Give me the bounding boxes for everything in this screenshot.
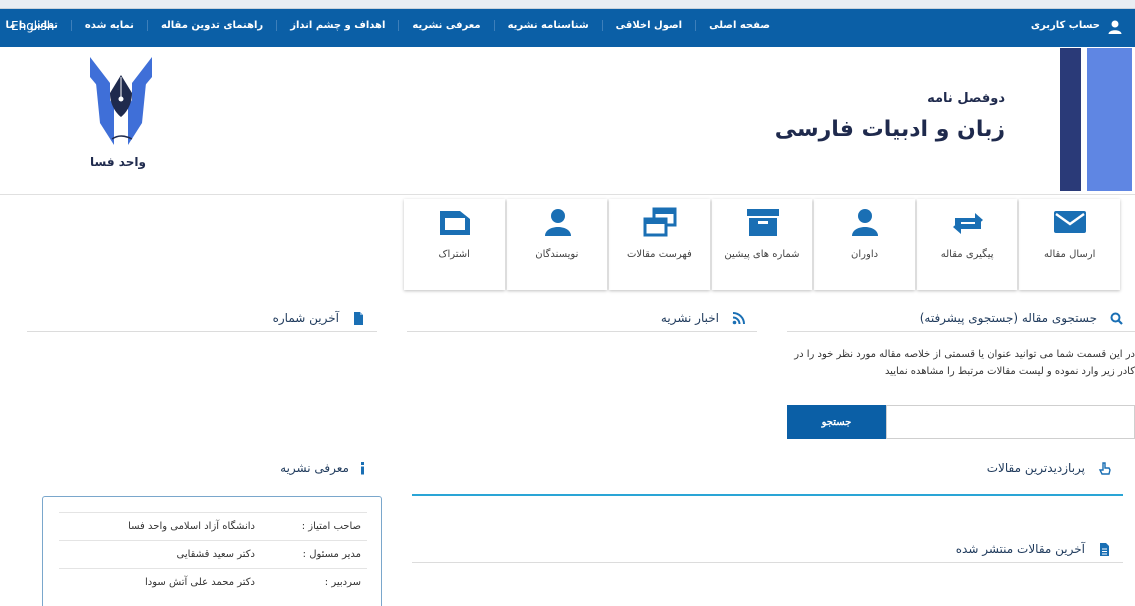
tile-track-article[interactable]: پیگیری مقاله bbox=[916, 199, 1018, 290]
top-navbar: حساب کاربری صفحه اصلی اصول اخلاقی شناسنا… bbox=[0, 9, 1135, 47]
tile-label: ارسال مقاله bbox=[1044, 249, 1096, 260]
tile-label: اشتراک bbox=[438, 249, 470, 260]
search-description-line1: در این قسمت شما می توانید عنوان یا قسمتی… bbox=[794, 349, 1135, 360]
search-section-header: جستجوی مقاله (جستجوی پیشرفته) bbox=[787, 302, 1135, 332]
search-icon bbox=[1110, 312, 1123, 325]
intro-value: دانشگاه آزاد اسلامی واحد فسا bbox=[128, 521, 255, 532]
search-form: جستجو bbox=[787, 405, 1135, 439]
menu-item-ethics[interactable]: اصول اخلاقی bbox=[601, 20, 695, 31]
latest-issue-header: آخرین شماره bbox=[27, 302, 377, 332]
news-section-header: اخبار نشریه bbox=[407, 302, 757, 332]
logo-caption: واحد فسا bbox=[90, 155, 146, 169]
user-icon bbox=[544, 209, 571, 236]
intro-value: دکتر سعید قشقایی bbox=[176, 549, 255, 560]
user-icon bbox=[852, 209, 879, 236]
info-icon bbox=[361, 462, 364, 475]
tile-label: شماره های پیشین bbox=[724, 249, 800, 260]
most-viewed-title[interactable]: پربازدیدترین مقالات bbox=[987, 461, 1085, 475]
search-input[interactable] bbox=[886, 405, 1135, 439]
search-button[interactable]: جستجو bbox=[787, 405, 886, 439]
intro-value: دکتر محمد علی آتش سودا bbox=[144, 577, 255, 588]
tile-subscription[interactable]: اشتراک bbox=[403, 199, 505, 290]
menu-item-home[interactable]: صفحه اصلی bbox=[695, 20, 783, 31]
latest-issue-title: آخرین شماره bbox=[272, 311, 339, 325]
journal-intro-title: معرفی نشریه bbox=[280, 461, 349, 475]
document-icon bbox=[354, 312, 363, 325]
news-title: اخبار نشریه bbox=[660, 311, 719, 325]
windows-icon bbox=[643, 207, 677, 237]
menu-item-journal-info[interactable]: شناسنامه نشریه bbox=[493, 20, 602, 31]
rss-icon bbox=[732, 312, 745, 325]
search-description: در این قسمت شما می توانید عنوان یا قسمتی… bbox=[775, 346, 1135, 380]
latest-articles-title: آخرین مقالات منتشر شده bbox=[955, 542, 1085, 556]
browser-strip bbox=[0, 0, 1135, 9]
envelope-icon bbox=[1054, 211, 1087, 233]
tile-article-list[interactable]: فهرست مقالات bbox=[609, 199, 710, 290]
tile-submit-article[interactable]: ارسال مقاله bbox=[1019, 199, 1120, 290]
most-viewed-header: پربازدیدترین مقالات bbox=[412, 452, 1123, 482]
journal-title: زبان و ادبیات فارسی bbox=[774, 117, 1005, 142]
intro-key: مدیر مسئول : bbox=[302, 549, 361, 560]
archive-icon bbox=[746, 209, 779, 236]
journal-subtitle: دوفصل نامه bbox=[927, 91, 1005, 106]
tile-label: داوران bbox=[851, 249, 879, 260]
advanced-search-link[interactable]: جستجوی مقاله (جستجوی پیشرفته) bbox=[920, 311, 1097, 325]
journal-intro-header: معرفی نشریه bbox=[27, 452, 377, 482]
menu-item-author-guide[interactable]: راهنمای تدوین مقاله bbox=[146, 20, 276, 31]
main-menu: صفحه اصلی اصول اخلاقی شناسنامه نشریه معر… bbox=[0, 20, 783, 31]
tile-label: پیگیری مقاله bbox=[940, 249, 994, 260]
header-stripe-light bbox=[1087, 48, 1132, 191]
header-stripe-dark bbox=[1060, 48, 1081, 191]
folder-icon bbox=[439, 211, 470, 235]
menu-item-indexing[interactable]: نمایه شده bbox=[70, 20, 147, 31]
exchange-icon bbox=[952, 213, 983, 234]
latest-articles-header: آخرین مقالات منتشر شده bbox=[412, 533, 1123, 563]
intro-row-manager: مدیر مسئول : دکتر سعید قشقایی bbox=[59, 540, 367, 568]
journal-header: دوفصل نامه زبان و ادبیات فارسی واحد فسا bbox=[0, 47, 1135, 195]
tile-label: فهرست مقالات bbox=[626, 249, 692, 260]
menu-item-about-journal[interactable]: معرفی نشریه bbox=[398, 20, 493, 31]
intro-row-owner: صاحب امتیاز : دانشگاه آزاد اسلامی واحد ف… bbox=[59, 512, 367, 540]
tile-authors[interactable]: نویسندگان bbox=[506, 199, 608, 290]
university-logo-icon bbox=[90, 57, 152, 145]
intro-key: سردبیر : bbox=[324, 577, 361, 588]
account-user-icon[interactable] bbox=[1107, 19, 1123, 35]
journal-intro-box: صاحب امتیاز : دانشگاه آزاد اسلامی واحد ف… bbox=[42, 496, 382, 606]
document-icon bbox=[1100, 543, 1109, 556]
tile-previous-issues[interactable]: شماره های پیشین bbox=[711, 199, 813, 290]
tile-label: نویسندگان bbox=[535, 249, 579, 260]
hand-pointer-icon bbox=[1098, 462, 1111, 475]
tile-reviewers[interactable]: داوران bbox=[814, 199, 915, 290]
search-description-line2: کادر زیر وارد نموده و لیست مقالات مرتبط … bbox=[884, 366, 1135, 377]
most-viewed-underline bbox=[412, 494, 1123, 496]
account-link[interactable]: حساب کاربری bbox=[1031, 20, 1100, 31]
menu-item-aims-scope[interactable]: اهداف و چشم انداز bbox=[276, 20, 398, 31]
quick-links: ارسال مقاله پیگیری مقاله داوران شماره ها… bbox=[402, 199, 1120, 290]
intro-key: صاحب امتیاز : bbox=[301, 521, 361, 532]
intro-row-editor: سردبیر : دکتر محمد علی آتش سودا bbox=[59, 568, 367, 596]
english-language-link[interactable]: English bbox=[11, 19, 54, 33]
